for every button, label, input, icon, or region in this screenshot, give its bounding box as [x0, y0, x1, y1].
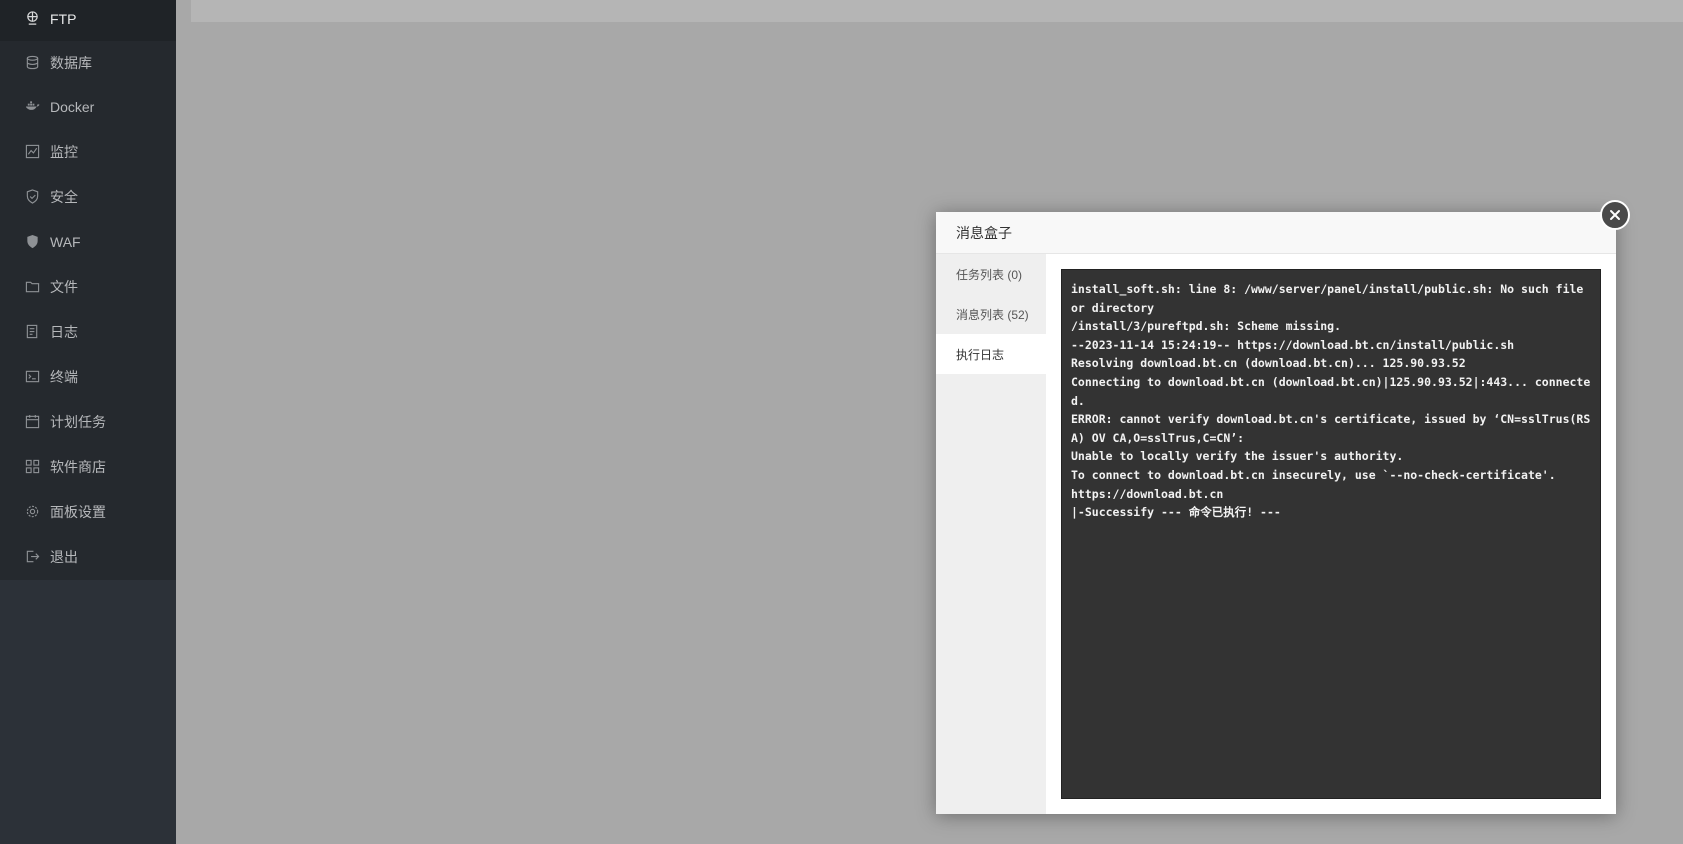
waf-shield-icon	[24, 234, 40, 250]
sidebar-item-settings[interactable]: 面板设置	[0, 489, 176, 534]
sidebar-item-label: FTP	[50, 10, 77, 27]
sidebar-item-label: 面板设置	[50, 503, 106, 520]
sidebar: FTP 数据库 Docker 监控 安全 WAF 文件 日志 终端 计划任务 软…	[0, 0, 176, 844]
log-line: ERROR: cannot verify download.bt.cn's ce…	[1071, 412, 1591, 445]
close-icon	[1609, 209, 1621, 221]
sidebar-item-label: 监控	[50, 143, 78, 160]
folder-icon	[24, 279, 40, 295]
sidebar-item-monitor[interactable]: 监控	[0, 129, 176, 174]
sidebar-item-label: 安全	[50, 188, 78, 205]
sidebar-item-terminal[interactable]: 终端	[0, 354, 176, 399]
log-line: https://download.bt.cn	[1071, 486, 1224, 501]
tab-execution-log[interactable]: 执行日志	[936, 334, 1046, 374]
sidebar-item-docker[interactable]: Docker	[0, 84, 176, 129]
sidebar-item-label: 软件商店	[50, 458, 106, 475]
sidebar-item-label: 退出	[50, 548, 78, 565]
log-line: To connect to download.bt.cn insecurely,…	[1071, 467, 1556, 482]
sidebar-item-label: Docker	[50, 98, 95, 115]
log-line: Unable to locally verify the issuer's au…	[1071, 449, 1404, 464]
sidebar-item-logout[interactable]: 退出	[0, 534, 176, 579]
terminal-icon	[24, 369, 40, 385]
top-strip	[191, 0, 1683, 22]
sidebar-item-store[interactable]: 软件商店	[0, 444, 176, 489]
log-line: install_soft.sh: line 8: /www/server/pan…	[1071, 282, 1591, 315]
log-line: --2023-11-14 15:24:19-- https://download…	[1071, 337, 1515, 352]
tab-message-list[interactable]: 消息列表 (52)	[936, 294, 1046, 334]
database-icon	[24, 55, 40, 71]
tab-task-list[interactable]: 任务列表 (0)	[936, 254, 1046, 294]
log-line: Resolving download.bt.cn (download.bt.cn…	[1071, 356, 1466, 371]
sidebar-item-label: WAF	[50, 233, 81, 250]
dialog-tabs: 任务列表 (0) 消息列表 (52) 执行日志	[936, 254, 1046, 814]
ftp-icon	[24, 11, 40, 27]
sidebar-item-label: 计划任务	[50, 413, 106, 430]
shield-icon	[24, 189, 40, 205]
monitor-icon	[24, 144, 40, 160]
message-box-dialog: 消息盒子 任务列表 (0) 消息列表 (52) 执行日志 install_sof…	[936, 200, 1630, 814]
sidebar-item-security[interactable]: 安全	[0, 174, 176, 219]
sidebar-item-files[interactable]: 文件	[0, 264, 176, 309]
docker-icon	[24, 99, 40, 115]
grid-icon	[24, 459, 40, 475]
sidebar-item-label: 日志	[50, 323, 78, 340]
sidebar-item-waf[interactable]: WAF	[0, 219, 176, 264]
dialog-header: 消息盒子	[936, 212, 1616, 254]
sidebar-item-ftp[interactable]: FTP	[0, 0, 176, 41]
sidebar-item-logs[interactable]: 日志	[0, 309, 176, 354]
sidebar-menu: FTP 数据库 Docker 监控 安全 WAF 文件 日志 终端 计划任务 软…	[0, 0, 176, 580]
log-icon	[24, 324, 40, 340]
log-line: Connecting to download.bt.cn (download.b…	[1071, 374, 1591, 408]
sidebar-item-cron[interactable]: 计划任务	[0, 399, 176, 444]
log-line: /install/3/pureftpd.sh: Scheme missing.	[1071, 319, 1342, 334]
sidebar-item-label: 文件	[50, 278, 78, 295]
close-button[interactable]	[1600, 200, 1630, 230]
log-output[interactable]: install_soft.sh: line 8: /www/server/pan…	[1061, 269, 1601, 799]
calendar-icon	[24, 414, 40, 430]
dialog-title: 消息盒子	[956, 224, 1012, 241]
sidebar-item-label: 数据库	[50, 54, 92, 71]
sidebar-item-database[interactable]: 数据库	[0, 40, 176, 85]
logout-icon	[24, 549, 40, 565]
gear-icon	[24, 504, 40, 520]
sidebar-item-label: 终端	[50, 368, 78, 385]
log-line: |-Successify --- 命令已执行! ---	[1071, 505, 1281, 520]
